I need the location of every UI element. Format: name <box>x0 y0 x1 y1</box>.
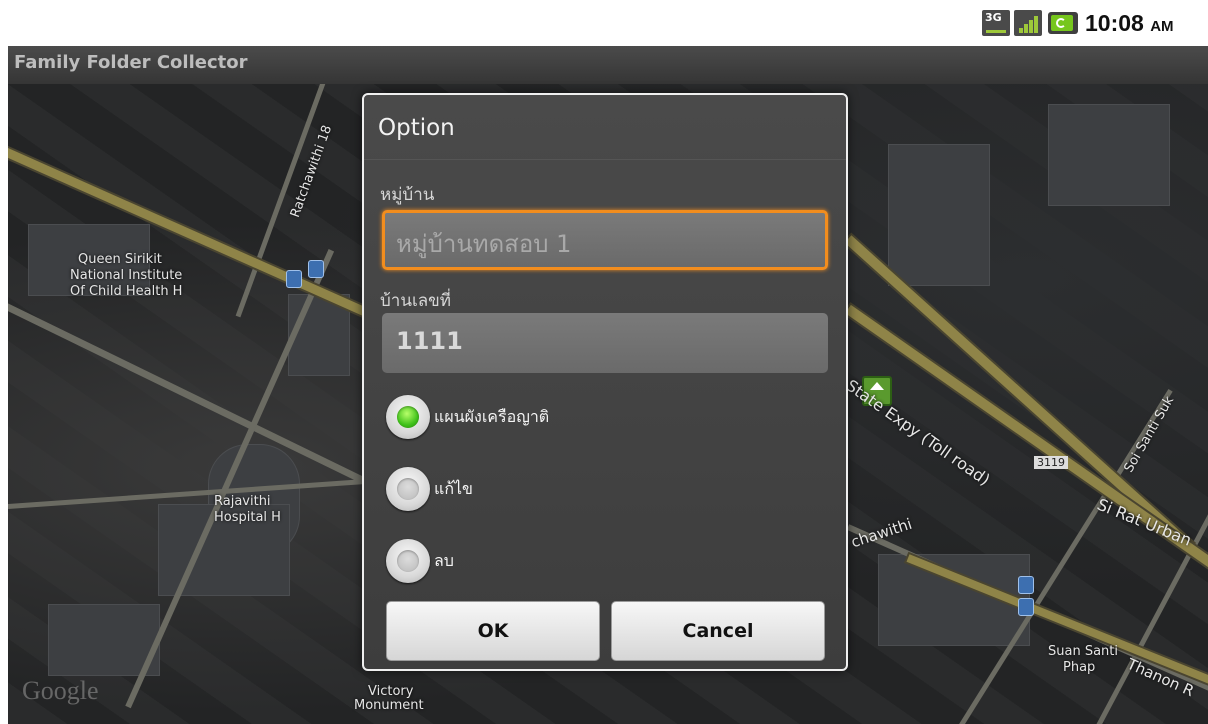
app-title-bar: Family Folder Collector <box>8 46 1208 84</box>
house-number-label: บ้านเลขที่ <box>380 291 452 311</box>
radio-checked-icon[interactable] <box>386 395 430 439</box>
map-label: Phap <box>1063 660 1096 675</box>
radio-unchecked-icon[interactable] <box>386 467 430 511</box>
bus-stop-icon[interactable] <box>1018 576 1034 594</box>
option-family-tree[interactable]: แผนผังเครือญาติ <box>384 393 684 441</box>
app-title: Family Folder Collector <box>14 52 248 73</box>
radio-unchecked-icon[interactable] <box>386 539 430 583</box>
bus-stop-icon[interactable] <box>286 270 302 288</box>
village-input[interactable]: หมู่บ้านทดสอบ 1 <box>382 210 828 270</box>
map-label: Soi Santi Suk <box>1121 393 1178 476</box>
map-label: Victory <box>368 684 414 699</box>
battery-charging-icon <box>1048 12 1078 34</box>
cancel-button[interactable]: Cancel <box>611 601 825 661</box>
map-road <box>125 249 335 709</box>
google-logo: Google <box>22 676 99 705</box>
option-dialog: Option หมู่บ้าน หมู่บ้านทดสอบ 1 บ้านเลขท… <box>362 93 848 671</box>
map-expressway <box>844 235 1194 551</box>
map-label: Hospital H <box>214 510 281 525</box>
highway-shield: 3119 <box>1034 456 1068 469</box>
signal-strength-icon <box>1014 10 1042 36</box>
network-3g-icon: 3G <box>982 10 1010 36</box>
dialog-divider <box>364 159 846 160</box>
option-edit[interactable]: แก้ไข <box>384 465 684 513</box>
house-number-input[interactable]: 1111 <box>382 313 828 373</box>
map-label: Suan Santi <box>1048 644 1118 659</box>
ok-button[interactable]: OK <box>386 601 600 661</box>
map-label: Of Child Health H <box>70 284 183 299</box>
map-block <box>888 144 990 286</box>
village-label: หมู่บ้าน <box>380 185 435 205</box>
bus-stop-icon[interactable] <box>308 260 324 278</box>
status-bar: 3G 10:08 AM <box>0 0 1208 46</box>
map-label: chawithi <box>848 514 915 552</box>
map-label: Queen Sirikit <box>78 252 162 267</box>
map-block <box>1048 104 1170 206</box>
dialog-title: Option <box>378 115 455 141</box>
map-label: Rajavithi <box>214 494 271 509</box>
option-delete[interactable]: ลบ <box>384 537 684 585</box>
map-label: National Institute <box>70 268 183 283</box>
map-label: Ratchawithi 18 <box>287 123 336 220</box>
map-label: Monument <box>354 698 424 713</box>
bus-stop-icon[interactable] <box>1018 598 1034 616</box>
clock: 10:08 AM <box>1085 10 1174 36</box>
